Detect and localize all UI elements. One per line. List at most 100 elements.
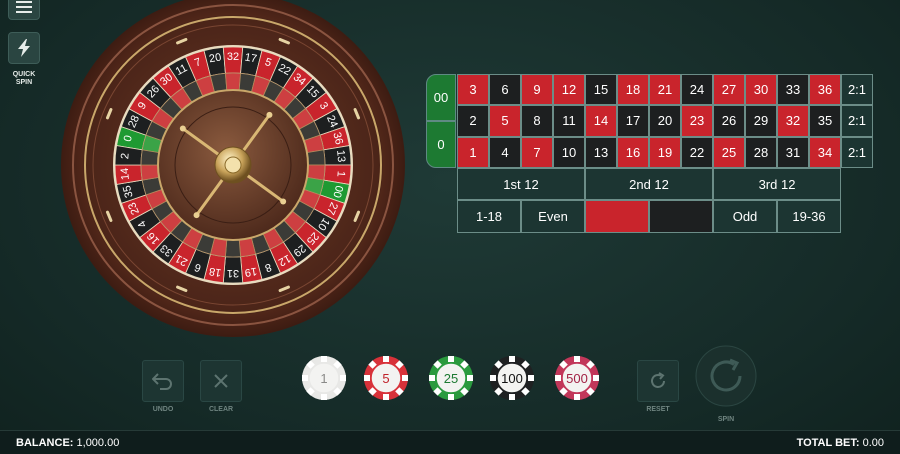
chip-value-label: 1 <box>320 370 328 386</box>
bet-number-23[interactable]: 23 <box>681 105 713 137</box>
chip-value-label: 100 <box>501 370 523 386</box>
bet-number-25[interactable]: 25 <box>713 136 745 168</box>
chip-1[interactable]: 1 <box>301 355 347 401</box>
quick-spin-label-line2: SPIN <box>15 79 33 86</box>
menu-button[interactable] <box>8 0 40 20</box>
quick-spin-label: QUICK SPIN <box>4 71 44 87</box>
bet-number-11[interactable]: 11 <box>553 105 585 137</box>
bet-number-22[interactable]: 22 <box>681 136 713 168</box>
bet-number-14[interactable]: 14 <box>585 105 617 137</box>
wheel-graphic: 0289263011 7 20 32 17 5 2234153243613100271025… <box>61 0 405 337</box>
chip-25[interactable]: 25 <box>428 355 474 401</box>
bet-number-19[interactable]: 19 <box>649 136 681 168</box>
bet-number-35[interactable]: 35 <box>809 105 841 137</box>
balance-display: BALANCE: 1,000.00 <box>16 437 119 449</box>
wheel-number: 32 <box>227 51 239 63</box>
bet-number-4[interactable]: 4 <box>489 136 521 168</box>
clear-button[interactable] <box>200 360 242 402</box>
wheel-number: 31 <box>227 267 239 279</box>
reset-label: RESET <box>646 406 670 413</box>
clear-label: CLEAR <box>208 406 234 413</box>
undo-button[interactable] <box>142 360 184 402</box>
bet-number-15[interactable]: 15 <box>585 74 617 106</box>
bet-odd[interactable]: Odd <box>713 200 777 233</box>
bet-number-9[interactable]: 9 <box>521 74 553 106</box>
spin-label: SPIN <box>717 416 735 423</box>
bet-number-29[interactable]: 29 <box>745 105 777 137</box>
bet-number-24[interactable]: 24 <box>681 74 713 106</box>
column-bet-bottom[interactable]: 2:1 <box>841 136 873 168</box>
lightning-icon <box>18 39 30 57</box>
hamburger-icon <box>16 1 32 13</box>
bet-number-17[interactable]: 17 <box>617 105 649 137</box>
wheel-number: 13 <box>334 149 347 162</box>
balance-label: BALANCE: <box>16 436 74 449</box>
bet-0[interactable]: 0 <box>426 121 456 168</box>
bet-number-2[interactable]: 2 <box>457 105 489 137</box>
wheel-number: 19 <box>244 265 258 279</box>
outside-bets: 1-18 Even Odd 19-36 <box>457 200 841 233</box>
bet-number-7[interactable]: 7 <box>521 136 553 168</box>
quick-spin-button[interactable] <box>8 32 40 64</box>
bet-1-18[interactable]: 1-18 <box>457 200 521 233</box>
column-bet-middle[interactable]: 2:1 <box>841 105 873 137</box>
total-bet-value: 0.00 <box>862 436 884 449</box>
bet-number-6[interactable]: 6 <box>489 74 521 106</box>
chip-5[interactable]: 5 <box>363 355 409 401</box>
bet-number-1[interactable]: 1 <box>457 136 489 168</box>
chip-500[interactable]: 500 <box>554 355 600 401</box>
close-icon <box>214 374 228 388</box>
total-bet-label: TOTAL BET: <box>796 436 860 449</box>
bet-number-3[interactable]: 3 <box>457 74 489 106</box>
total-bet-display: TOTAL BET: 0.00 <box>797 437 884 449</box>
wheel-number: 17 <box>244 52 258 66</box>
bet-number-30[interactable]: 30 <box>745 74 777 106</box>
bet-number-18[interactable]: 18 <box>617 74 649 106</box>
bet-number-26[interactable]: 26 <box>713 105 745 137</box>
bet-19-36[interactable]: 19-36 <box>777 200 841 233</box>
balance-value: 1,000.00 <box>76 436 120 449</box>
bet-number-28[interactable]: 28 <box>745 136 777 168</box>
roulette-wheel: 0289263011 7 20 32 17 5 2234153243613100271025… <box>61 0 405 337</box>
spin-button[interactable] <box>694 344 758 408</box>
chip-value-label: 500 <box>566 370 588 386</box>
bet-number-16[interactable]: 16 <box>617 136 649 168</box>
refresh-icon <box>651 372 665 388</box>
bet-number-36[interactable]: 36 <box>809 74 841 106</box>
dozen-bets: 1st 12 2nd 12 3rd 12 <box>457 168 841 200</box>
bet-number-34[interactable]: 34 <box>809 136 841 168</box>
bet-number-33[interactable]: 33 <box>777 74 809 106</box>
bet-1st-12[interactable]: 1st 12 <box>457 168 585 200</box>
wheel-number: 1 <box>334 170 346 177</box>
chip-value-label: 5 <box>382 370 390 386</box>
wheel-number: 2 <box>119 153 131 160</box>
bet-number-5[interactable]: 5 <box>489 105 521 137</box>
quick-spin-label-line1: QUICK <box>12 71 36 78</box>
number-grid: 3 6 9 12 15 18 21 24 27 30 33 36 2 5 8 11 14 17 20 23 26 29 32… <box>457 74 841 168</box>
bet-3rd-12[interactable]: 3rd 12 <box>713 168 841 200</box>
bet-number-13[interactable]: 13 <box>585 136 617 168</box>
bet-number-27[interactable]: 27 <box>713 74 745 106</box>
bet-red[interactable] <box>585 200 649 233</box>
bet-number-12[interactable]: 12 <box>553 74 585 106</box>
undo-icon <box>152 373 172 390</box>
wheel-number: 20 <box>208 52 222 66</box>
bet-black[interactable] <box>649 200 713 233</box>
chip-value-label: 25 <box>443 370 459 386</box>
bet-number-21[interactable]: 21 <box>649 74 681 106</box>
bet-number-8[interactable]: 8 <box>521 105 553 137</box>
bet-number-32[interactable]: 32 <box>777 105 809 137</box>
wheel-number: 18 <box>208 265 222 279</box>
bet-number-10[interactable]: 10 <box>553 136 585 168</box>
column-bet-top[interactable]: 2:1 <box>841 74 873 106</box>
bet-number-20[interactable]: 20 <box>649 105 681 137</box>
chip-100[interactable]: 100 <box>489 355 535 401</box>
bet-00[interactable]: 00 <box>426 74 456 121</box>
bet-2nd-12[interactable]: 2nd 12 <box>585 168 713 200</box>
bet-number-31[interactable]: 31 <box>777 136 809 168</box>
status-bar: BALANCE: 1,000.00 TOTAL BET: 0.00 <box>0 430 900 454</box>
reset-button[interactable] <box>637 360 679 402</box>
wheel-number: 14 <box>119 167 132 180</box>
undo-label: UNDO <box>152 406 174 413</box>
bet-even[interactable]: Even <box>521 200 585 233</box>
